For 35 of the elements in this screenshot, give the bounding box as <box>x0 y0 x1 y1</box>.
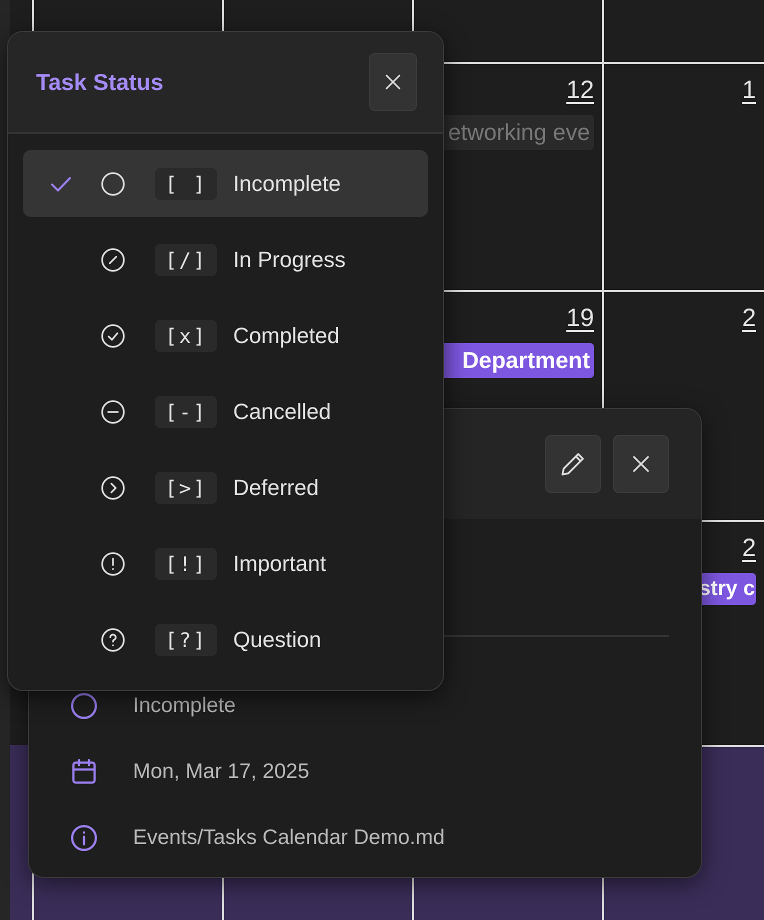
circle-icon <box>100 170 126 196</box>
day-number[interactable]: 19 <box>566 304 594 333</box>
status-option[interactable]: [>] Deferred <box>23 454 428 521</box>
circle-icon <box>69 691 99 721</box>
status-code: [ ] <box>155 168 218 200</box>
exclamation-circle-icon <box>100 550 126 576</box>
question-circle-icon <box>100 626 126 652</box>
close-button[interactable] <box>369 53 417 111</box>
menu-title: Task Status <box>36 68 164 96</box>
edit-button[interactable] <box>545 435 601 493</box>
status-option[interactable]: [-] Cancelled <box>23 378 428 445</box>
day-number[interactable]: 2 <box>742 304 756 333</box>
minus-circle-icon <box>100 398 126 424</box>
info-icon <box>69 823 99 853</box>
check-circle-icon <box>100 322 126 348</box>
status-code: [-] <box>155 396 218 428</box>
status-code: [/] <box>155 244 218 276</box>
status-code: [?] <box>155 624 218 656</box>
status-code: [x] <box>155 320 218 352</box>
close-button[interactable] <box>613 435 669 493</box>
status-option[interactable]: [?] Question <box>23 606 428 673</box>
status-option[interactable]: [!] Important <box>23 530 428 597</box>
day-number[interactable]: 1 <box>742 76 756 105</box>
detail-text: Incomplete <box>133 694 236 718</box>
slashed-circle-icon <box>100 246 126 272</box>
status-code: [>] <box>155 472 218 504</box>
detail-text: Events/Tasks Calendar Demo.md <box>133 826 445 850</box>
status-code: [!] <box>155 548 218 580</box>
status-option[interactable]: [ ] Incomplete <box>23 150 428 217</box>
detail-text: Mon, Mar 17, 2025 <box>133 760 310 784</box>
chevron-circle-icon <box>100 474 126 500</box>
day-number[interactable]: 2 <box>742 534 756 563</box>
day-number[interactable]: 12 <box>566 76 594 105</box>
status-option[interactable]: [/] In Progress <box>23 226 428 293</box>
pencil-icon <box>559 450 587 478</box>
